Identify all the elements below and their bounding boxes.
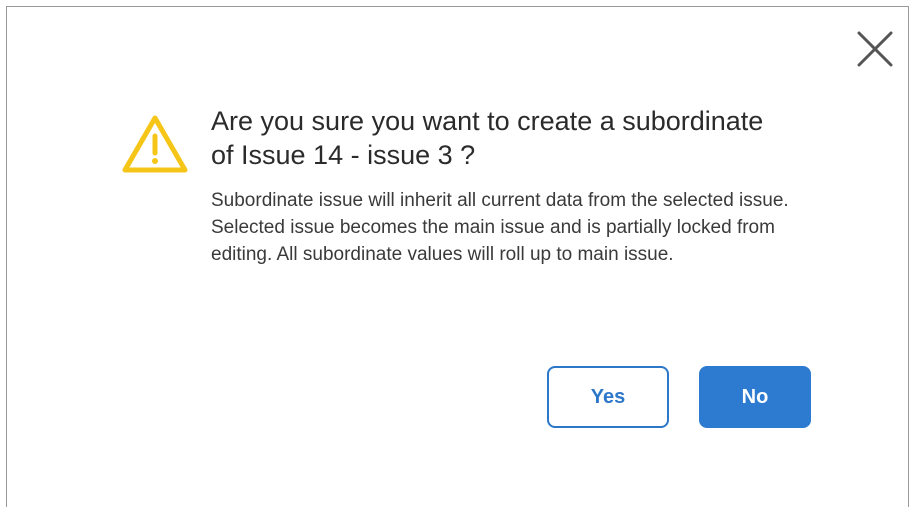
warning-triangle-icon: [121, 114, 189, 174]
dialog-message: Subordinate issue will inherit all curre…: [211, 190, 789, 265]
close-icon: [857, 31, 893, 67]
confirm-dialog: Are you sure you want to create a subord…: [6, 6, 909, 507]
no-button[interactable]: No: [699, 366, 811, 428]
close-button[interactable]: [853, 27, 897, 71]
dialog-title: Are you sure you want to create a subord…: [211, 106, 764, 170]
yes-button[interactable]: Yes: [547, 366, 669, 428]
